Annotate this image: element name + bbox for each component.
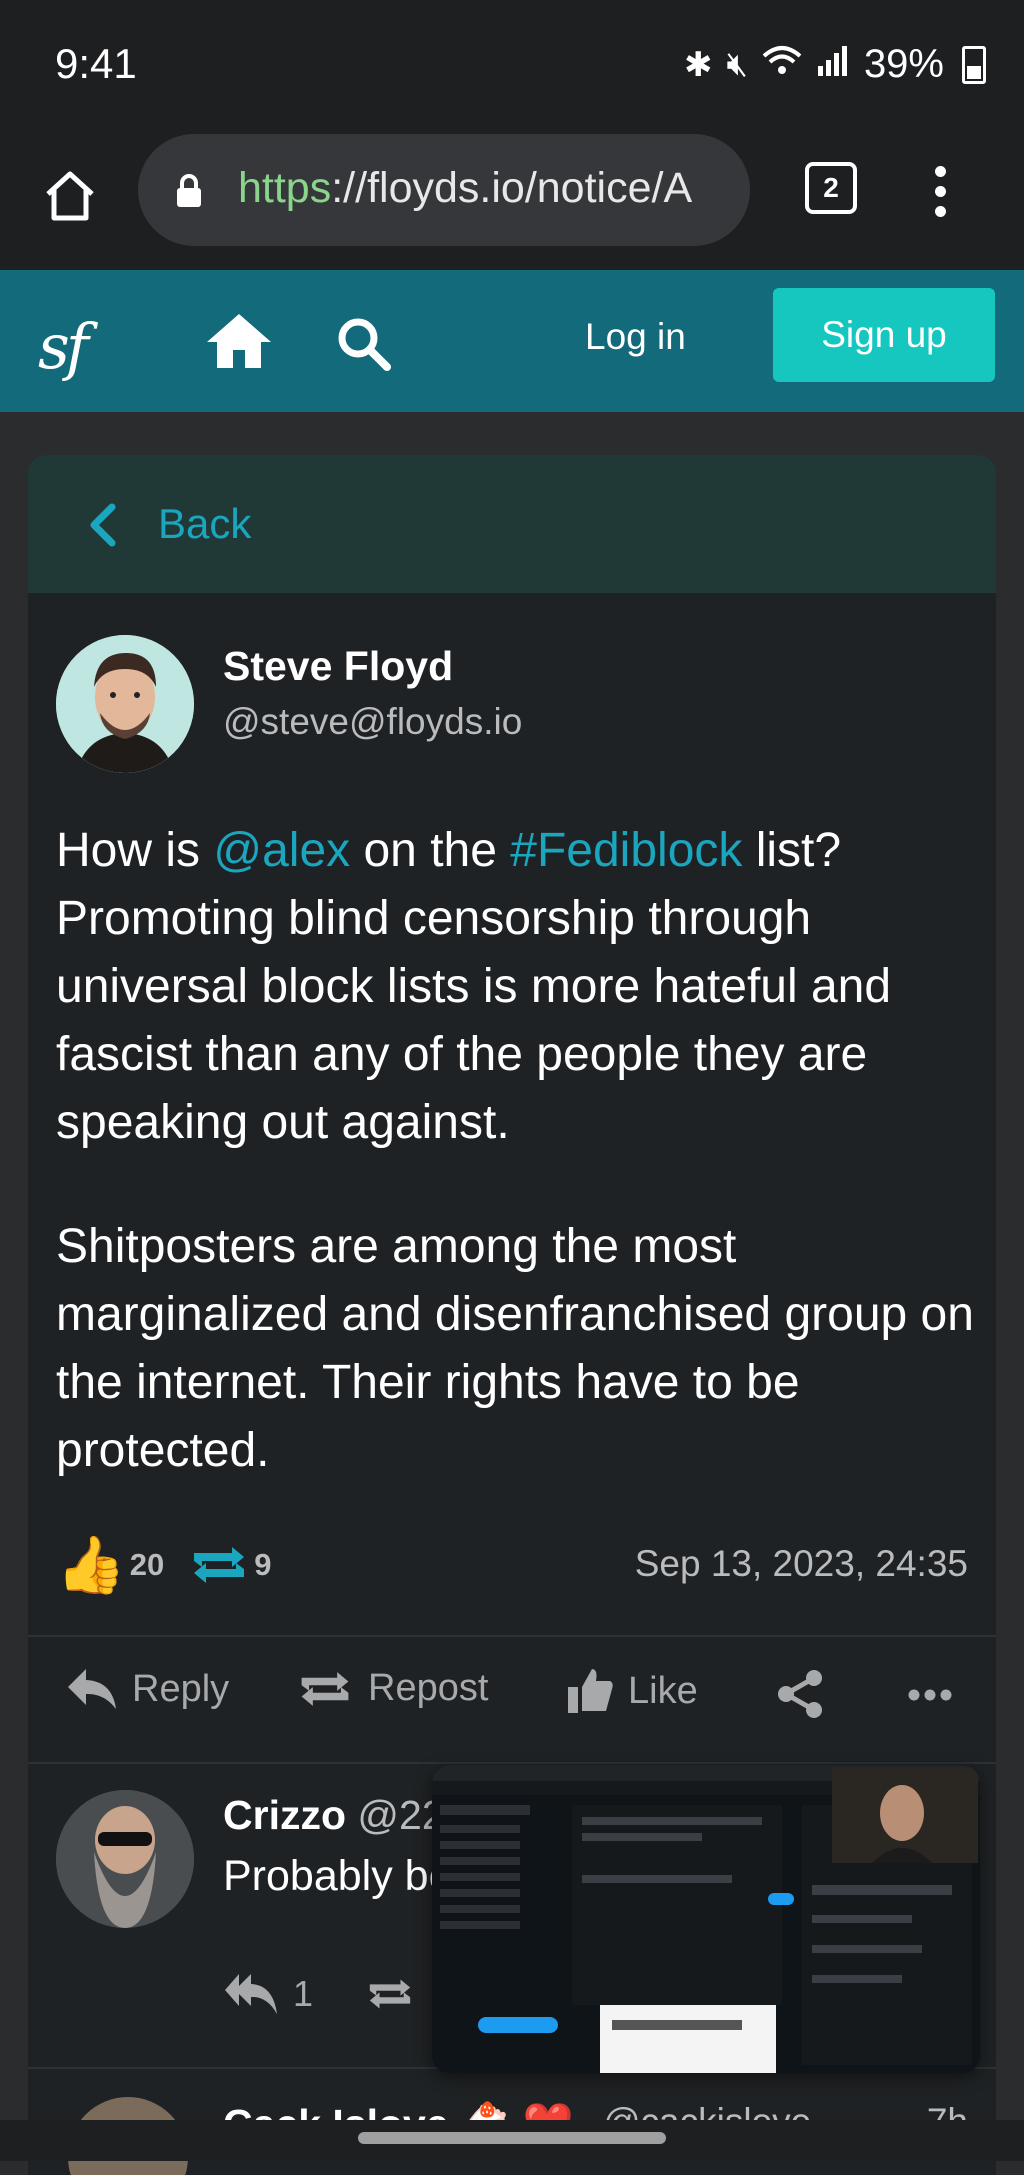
signal-icon: [816, 44, 850, 85]
back-bar[interactable]: Back: [28, 455, 996, 593]
post-timestamp[interactable]: Sep 13, 2023, 24:35: [635, 1543, 968, 1585]
post-stats: 👍 20 9: [56, 1530, 295, 1600]
chevron-left-icon: [90, 503, 116, 547]
wifi-icon: [762, 44, 802, 85]
browser-home-icon[interactable]: [40, 166, 100, 226]
reply-text: Probably be: [223, 1852, 453, 1900]
login-link[interactable]: Log in: [585, 316, 686, 358]
status-icons: ✱ 🔇︎ 39%: [684, 42, 986, 87]
reply-icon: [68, 1669, 116, 1709]
picture-in-picture-video[interactable]: [432, 1765, 980, 2073]
url-bar[interactable]: https://floyds.io/notice/A: [138, 134, 750, 246]
url-rest: ://floyds.io/notice/A: [331, 164, 693, 212]
reply-author[interactable]: Crizzo @22: [223, 1792, 445, 1839]
battery-text: 39%: [863, 42, 944, 86]
more-options-icon[interactable]: [908, 1689, 952, 1701]
hashtag-link[interactable]: #Fediblock: [510, 824, 742, 877]
post-paragraph-2: Shitposters are among the most marginali…: [56, 1220, 974, 1477]
repost-icon: [301, 1671, 349, 1706]
system-nav-bar: [0, 2120, 1024, 2161]
status-time: 9:41: [55, 40, 137, 87]
like-count: 20: [129, 1547, 165, 1582]
site-logo[interactable]: sf: [38, 310, 89, 383]
signup-button[interactable]: Sign up: [773, 288, 995, 382]
post-paragraph-1: How is @alex on the #Fediblock list? Pro…: [56, 824, 892, 1149]
repost-label: Repost: [368, 1667, 489, 1709]
reply-repost-icon[interactable]: [365, 1976, 415, 2012]
author-name[interactable]: Steve Floyd: [223, 643, 453, 690]
browser-toolbar: https://floyds.io/notice/A 2: [0, 130, 1024, 270]
video-thumbnail: [432, 1765, 980, 2073]
repost-count-icon[interactable]: [188, 1545, 250, 1585]
url-text: https://floyds.io/notice/A: [238, 164, 692, 213]
thumbs-up-emoji-icon[interactable]: 👍: [56, 1532, 126, 1598]
search-icon[interactable]: [335, 315, 391, 371]
author-avatar[interactable]: [56, 635, 194, 773]
post-body: How is @alex on the #Fediblock list? Pro…: [56, 817, 976, 1541]
reply-avatar[interactable]: [56, 1790, 194, 1928]
bluetooth-icon: ✱: [684, 45, 713, 84]
home-gesture-handle[interactable]: [358, 2132, 666, 2144]
url-scheme: https: [238, 164, 332, 212]
battery-icon: [962, 45, 986, 84]
reply-button[interactable]: Reply: [66, 1667, 229, 1711]
status-bar: 9:41 ✱ 🔇︎ 39%: [0, 0, 1024, 130]
back-label: Back: [158, 500, 252, 547]
repost-button[interactable]: Repost: [296, 1667, 488, 1710]
mute-icon: 🔇︎: [726, 45, 748, 83]
site-header: sf Log in Sign up: [0, 270, 1024, 412]
repost-count: 9: [254, 1547, 272, 1582]
lock-icon: [177, 174, 201, 207]
tab-switcher-button[interactable]: 2: [805, 162, 857, 214]
home-icon[interactable]: [205, 310, 273, 370]
reply-label: Reply: [132, 1667, 230, 1710]
reply-actions: 1: [223, 1972, 415, 2016]
thumbs-up-icon: [568, 1669, 613, 1713]
reply-all-icon[interactable]: [223, 1972, 279, 2016]
share-icon[interactable]: [776, 1669, 824, 1719]
like-label: Like: [628, 1669, 698, 1712]
post-actions: Reply Repost Like: [28, 1635, 996, 1764]
reply-count: 1: [293, 1973, 314, 2014]
more-menu-icon[interactable]: [930, 160, 950, 230]
like-button[interactable]: Like: [566, 1667, 698, 1715]
author-handle[interactable]: @steve@floyds.io: [223, 701, 522, 743]
mention-link[interactable]: @alex: [213, 824, 350, 877]
